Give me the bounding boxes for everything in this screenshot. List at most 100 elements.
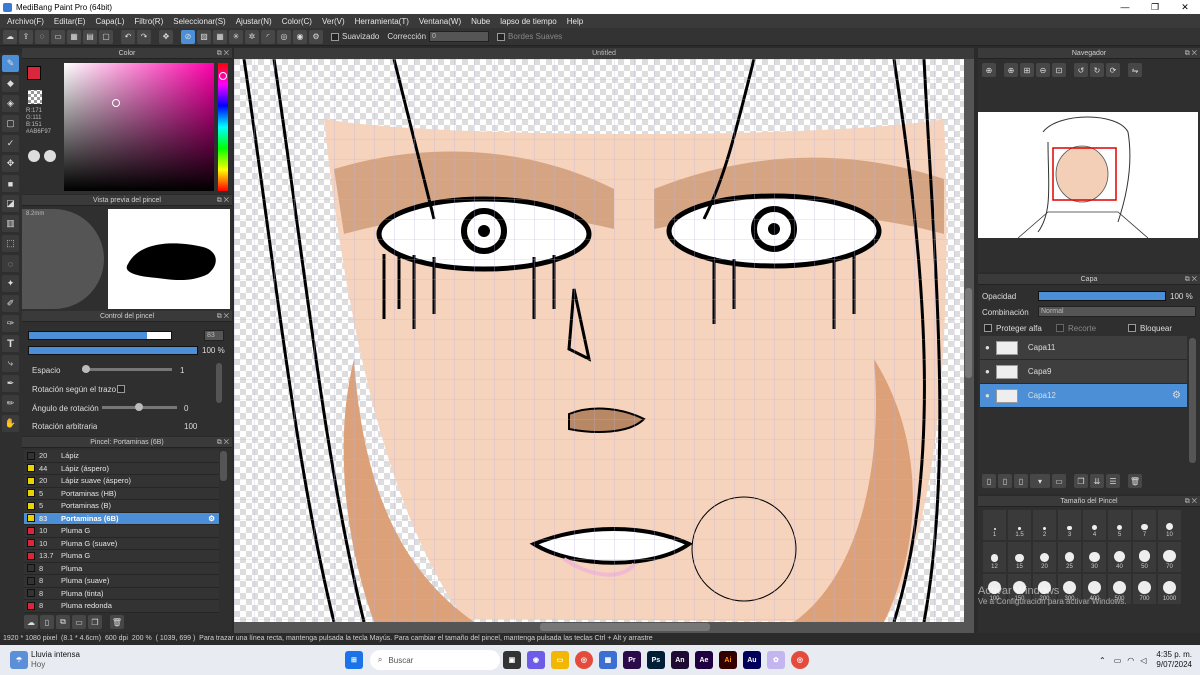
visibility-icon[interactable]: ● [985,343,990,352]
dot-eraser-icon[interactable]: ◈ [2,95,19,112]
brush-size-option[interactable]: 1.5 [1008,510,1031,540]
photoshop-icon[interactable]: Ps [646,651,665,669]
snap-parallel-icon[interactable]: ▨ [197,29,211,44]
visibility-icon[interactable]: ● [985,367,990,376]
rotation-stroke-checkbox[interactable] [117,385,125,393]
select-icon[interactable]: ⬚ [2,235,19,252]
brush-size-option[interactable]: 30 [1083,542,1106,572]
transform-icon[interactable]: ✥ [159,29,173,44]
layer-opacity-slider[interactable] [1038,291,1166,301]
maximize-button[interactable]: ❐ [1140,2,1170,13]
zoom-minus-icon[interactable]: ⊖ [1036,63,1050,77]
size-value[interactable]: 83 [204,330,224,341]
frame-icon[interactable]: ▢ [99,29,113,44]
animate-icon[interactable]: An [670,651,689,669]
brush-item[interactable]: 8 Pluma (tinta) [24,587,219,600]
fit-icon[interactable]: ⊞ [1020,63,1034,77]
correction-select[interactable]: 0 [429,31,490,42]
new-halftone-layer-icon[interactable]: ▯ [1014,474,1028,488]
select-eraser-icon[interactable]: ✑ [2,315,19,332]
size-slider[interactable] [28,331,172,340]
menu-seleccionar[interactable]: Seleccionar(S) [168,17,230,26]
layer-item[interactable]: ● Capa11 [980,336,1187,360]
blend-select[interactable]: Normal [1038,306,1196,317]
brush-size-option[interactable]: 7 [1133,510,1156,540]
spacing-slider[interactable] [82,365,172,373]
layout-icon[interactable]: ▤ [83,29,97,44]
menu-editar[interactable]: Editar(E) [49,17,91,26]
saturation-value-square[interactable] [64,63,214,191]
audition-icon[interactable]: Au [742,651,761,669]
menu-nube[interactable]: Nube [466,17,495,26]
primary-color-swatch[interactable] [27,66,41,80]
chat-app-icon[interactable]: ◉ [526,651,545,669]
protect-alpha-checkbox[interactable] [984,324,992,332]
brush-item[interactable]: 8 Pluma (suave) [24,575,219,588]
tray-chevron-icon[interactable]: ⌃ [1099,656,1106,665]
menu-herramienta[interactable]: Herramienta(T) [350,17,414,26]
layer-folder-icon[interactable]: ▭ [1052,474,1066,488]
search-box[interactable]: ⌕ Buscar [369,650,500,670]
wifi-icon[interactable]: ◠ [1127,656,1134,665]
snap-concentric-icon[interactable]: ◉ [293,29,307,44]
trash-icon[interactable]: 🗑 [110,615,124,629]
new-color-layer-icon[interactable]: ▯ [998,474,1012,488]
chrome-alt-icon[interactable]: ◎ [790,651,809,669]
brush-size-option[interactable]: 40 [1108,542,1131,572]
undo-icon[interactable]: ↶ [121,29,135,44]
transparent-swatch[interactable] [28,90,42,104]
brush-item[interactable]: 83 Portaminas (6B) ⚙ [24,512,219,525]
grid-icon[interactable]: ▦ [67,29,81,44]
snap-cross-icon[interactable]: ▦ [213,29,227,44]
select-pen-icon[interactable]: ✐ [2,295,19,312]
fill-rect-icon[interactable]: ■ [2,175,19,192]
eraser-icon[interactable]: ◆ [2,75,19,92]
clock[interactable]: 4:35 p. m. 9/07/2024 [1156,650,1192,670]
color-wheel-icon[interactable] [44,150,56,162]
rotate-left-icon[interactable]: ↺ [1074,63,1088,77]
rotate-right-icon[interactable]: ↻ [1090,63,1104,77]
brush-size-option[interactable]: 10 [1158,510,1181,540]
brush-item[interactable]: 8 Pluma redonda [24,600,219,613]
menu-help[interactable]: Help [562,17,588,26]
control-scrollbar[interactable] [216,363,222,403]
move-icon[interactable]: ✥ [2,155,19,172]
operation-icon[interactable]: ⤷ [2,355,19,372]
duplicate-layer-icon[interactable]: ❐ [1074,474,1088,488]
settings-icon[interactable]: ⚙ [309,29,323,44]
vertical-scrollbar[interactable] [965,288,972,378]
layer-menu-icon[interactable]: ☰ [1106,474,1120,488]
brush-size-option[interactable]: 50 [1133,542,1156,572]
menu-ajustar[interactable]: Ajustar(N) [231,17,277,26]
brush-size-option[interactable]: 3 [1058,510,1081,540]
magic-wand-icon[interactable]: ✦ [2,275,19,292]
new-layer-icon[interactable]: ▯ [982,474,996,488]
new-brush-icon[interactable]: ▯ [40,615,54,629]
redo-icon[interactable]: ↷ [137,29,151,44]
weather-icon[interactable]: ☂ [10,651,28,669]
minimize-button[interactable]: — [1110,2,1140,13]
brush-list-scrollbar[interactable] [220,451,227,481]
canvas-tab[interactable]: Untitled [234,48,974,59]
zoom-in-icon[interactable]: ⊕ [982,63,996,77]
brush-item[interactable]: 8 Pluma [24,562,219,575]
cloud-icon[interactable]: ☁ [3,29,17,44]
delete-layer-icon[interactable]: 🗑 [1128,474,1142,488]
menu-ver[interactable]: Ver(V) [317,17,350,26]
network-icon[interactable]: ▭ [1114,656,1122,665]
clip-checkbox[interactable] [1056,324,1064,332]
rect-select-icon[interactable]: ▢ [2,115,19,132]
lasso-icon[interactable]: ◌ [2,255,19,272]
store-icon[interactable]: ▦ [598,651,617,669]
brush-item[interactable]: 20 Lápiz [24,450,219,463]
actual-size-icon[interactable]: ⊡ [1052,63,1066,77]
menu-ventana[interactable]: Ventana(W) [414,17,466,26]
brush-item[interactable]: 44 Lápiz (áspero) [24,462,219,475]
drawing-canvas[interactable] [234,59,964,622]
menu-color[interactable]: Color(C) [277,17,317,26]
layer-item[interactable]: ● Capa9 [980,360,1187,384]
snap-curve-icon[interactable]: ◜ [261,29,275,44]
layer-item[interactable]: ● Capa12 ⚙ [980,384,1187,408]
chrome-icon[interactable]: ◎ [574,651,593,669]
brush-item[interactable]: 5 Portaminas (HB) [24,487,219,500]
